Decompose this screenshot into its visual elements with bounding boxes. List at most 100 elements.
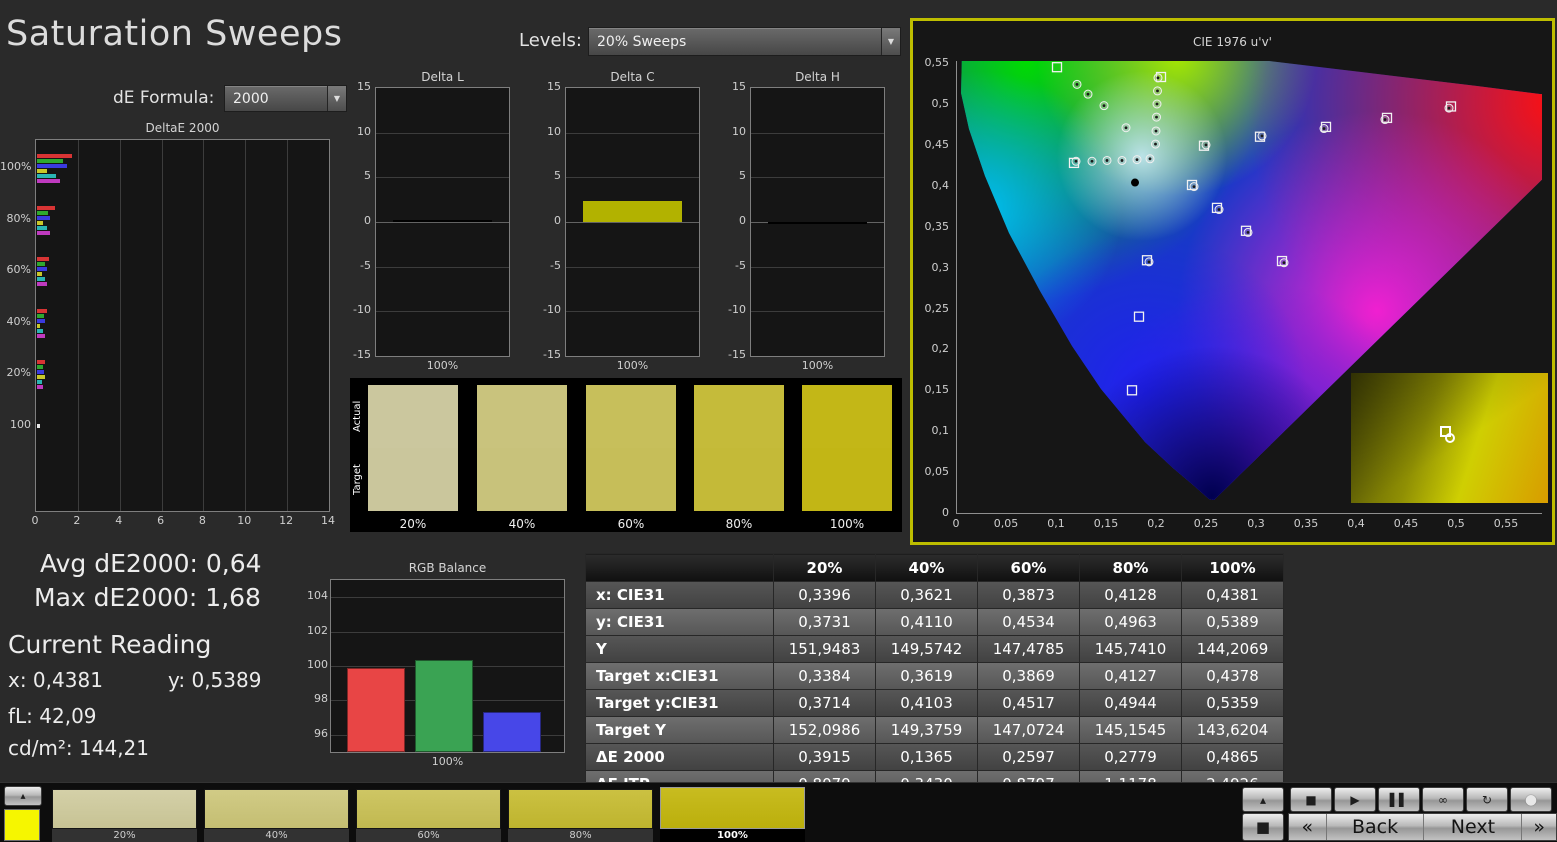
cie-zoom-inset [1351, 373, 1548, 503]
transport-play-button[interactable]: ▶ [1334, 787, 1376, 812]
delta-c-plot [565, 87, 700, 357]
measurement-dot [1261, 135, 1264, 138]
bar [37, 221, 43, 225]
grid-line [376, 311, 509, 312]
table-cell: 0,1365 [876, 744, 978, 771]
measurement-dot [1155, 130, 1158, 133]
x-axis-label: 0 [938, 517, 974, 530]
x-axis-label: 0,05 [988, 517, 1024, 530]
swatch-target [368, 448, 458, 511]
bar [37, 314, 44, 318]
table-cell: 145,7410 [1080, 636, 1182, 663]
table-cell: 0,3619 [876, 663, 978, 690]
swatch-40% [477, 385, 567, 511]
measurement-dot [1193, 185, 1196, 188]
y-axis-label: 15 [343, 80, 371, 93]
grid-line [287, 140, 288, 511]
measurement-dot [1157, 76, 1160, 79]
swatch-label: 60% [586, 517, 676, 531]
page-title: Saturation Sweeps [6, 14, 342, 54]
y-axis-label: 5 [718, 169, 746, 182]
y-axis-label: 0,15 [913, 383, 949, 396]
y-axis-label: 102 [298, 624, 328, 637]
measurement-dot [1247, 231, 1250, 234]
measurement-dot [1091, 160, 1094, 163]
measurement-dot [1156, 103, 1159, 106]
bar [37, 267, 47, 271]
back-button[interactable]: Back [1327, 814, 1425, 840]
y-axis-label: 0 [718, 214, 746, 227]
table-cell: 0,5359 [1182, 690, 1284, 717]
y-axis-label: -15 [533, 348, 561, 361]
next-button[interactable]: Next [1424, 814, 1522, 840]
grid-line [751, 311, 884, 312]
rgb-y-axis: 1041021009896 [298, 579, 328, 753]
y-axis-label: 0,05 [913, 465, 949, 478]
column-header: 60% [978, 554, 1080, 582]
delta-l-y-axis: 151050-5-10-15 [343, 87, 371, 357]
cie-chart-panel[interactable]: CIE 1976 u'v' 0,550,50,450,40,350,30,250… [910, 18, 1555, 545]
row-label: Target y:CIE31 [586, 690, 774, 717]
measurement-dot [1384, 118, 1387, 121]
y-axis-label: 96 [298, 727, 328, 740]
deltae-y-axis: 100%80%60%40%20%100 [0, 139, 31, 512]
bar [37, 206, 55, 210]
levels-value: 20% Sweeps [589, 28, 881, 55]
transport-refresh-button[interactable]: ↻ [1466, 787, 1508, 812]
x-axis-label: 6 [143, 514, 179, 527]
x-axis-label: 0,1 [1038, 517, 1074, 530]
transport-stop-button[interactable]: ■ [1290, 787, 1332, 812]
y-axis-label: 5 [343, 169, 371, 182]
measurement-dot [1125, 126, 1128, 129]
de-formula-dropdown[interactable]: 2000 ▼ [224, 85, 347, 112]
grid-line [751, 267, 884, 268]
levels-label: Levels: [519, 30, 582, 51]
table-cell: 0,4963 [1080, 609, 1182, 636]
grid-line [376, 267, 509, 268]
transport-loop-button[interactable]: ∞ [1422, 787, 1464, 812]
table-cell: 0,2779 [1080, 744, 1182, 771]
swatch-target [586, 448, 676, 511]
row-label: y: CIE31 [586, 609, 774, 636]
stop-large-button[interactable]: ■ [1242, 813, 1284, 841]
back-chevron-icon[interactable]: « [1289, 814, 1327, 840]
next-chevron-icon[interactable]: » [1522, 814, 1556, 840]
measurement-dot [1205, 144, 1208, 147]
column-header: 20% [774, 554, 876, 582]
delta-l-plot [375, 87, 510, 357]
chevron-down-icon: ▼ [881, 28, 900, 55]
delta-h-y-axis: 151050-5-10-15 [718, 87, 746, 357]
reading-cdm2: cd/m²: 144,21 [8, 736, 149, 760]
bar [37, 370, 44, 374]
table-cell: 0,3731 [774, 609, 876, 636]
table-cell: 152,0986 [774, 717, 876, 744]
white-point-marker [1131, 179, 1139, 187]
x-axis-label: 0,35 [1288, 517, 1324, 530]
table-cell: 0,4381 [1182, 582, 1284, 609]
y-axis-label: 40% [0, 315, 31, 328]
transport-led-button[interactable]: ● [1510, 787, 1552, 812]
transport-pause-button[interactable]: ▌▌ [1378, 787, 1420, 812]
max-de2000: Max dE2000: 1,68 [34, 583, 261, 612]
cie-title: CIE 1976 u'v' [913, 35, 1552, 49]
y-axis-label: -5 [343, 259, 371, 272]
rgb-x-label: 100% [330, 755, 565, 768]
table-row: Target Y152,0986149,3759147,0724145,1545… [586, 717, 1284, 744]
swatch-target [694, 448, 784, 511]
table-cell: 149,3759 [876, 717, 978, 744]
bar [37, 277, 45, 281]
y-axis-label: 100% [0, 160, 31, 173]
levels-dropdown[interactable]: 20% Sweeps ▼ [588, 27, 901, 56]
transport-eject-button[interactable]: ▴ [1242, 787, 1284, 812]
measurement-dot [1087, 93, 1090, 96]
table-cell: 0,3384 [774, 663, 876, 690]
grid-line [566, 177, 699, 178]
y-axis-label: 0 [533, 214, 561, 227]
swatch-label: 80% [694, 517, 784, 531]
y-axis-label: 0,2 [913, 342, 949, 355]
y-axis-label: 98 [298, 692, 328, 705]
swatch-60% [586, 385, 676, 511]
bar [37, 329, 43, 333]
cie-x-axis: 00,050,10,150,20,250,30,350,40,450,50,55 [913, 517, 1552, 533]
row-label: x: CIE31 [586, 582, 774, 609]
